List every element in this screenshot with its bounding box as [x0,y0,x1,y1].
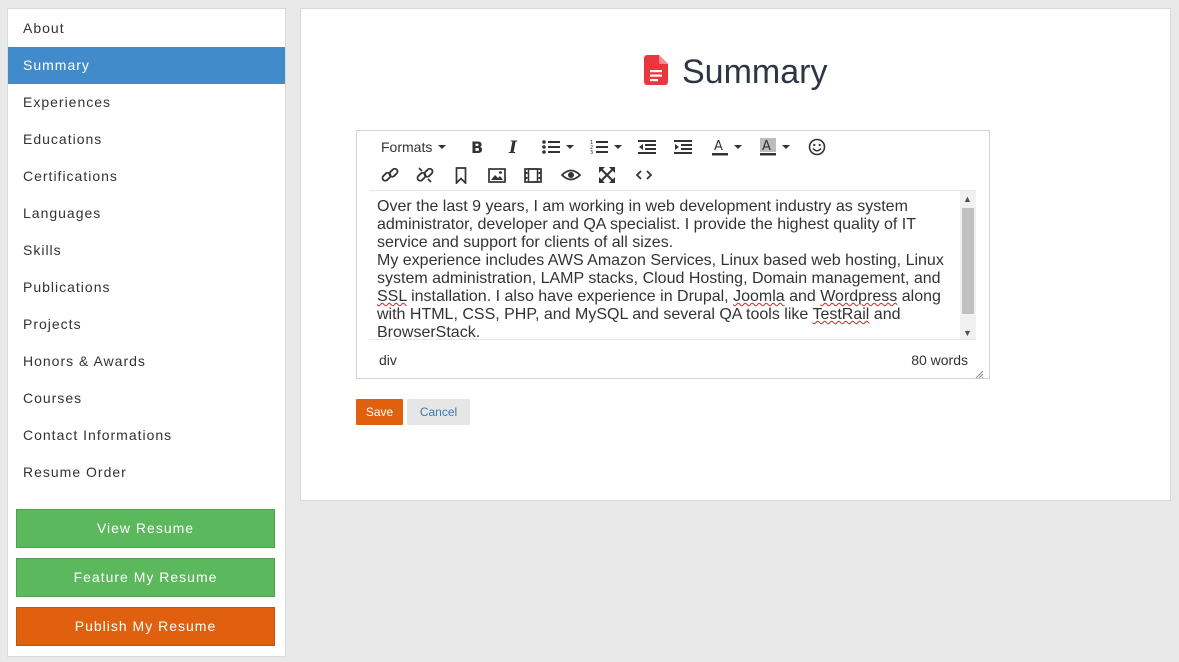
chevron-down-icon [438,145,447,149]
chevron-down-icon [782,145,790,149]
chevron-down-icon [566,145,574,149]
page-header: Summary [301,53,1170,92]
text-segment: and [784,288,821,305]
chevron-down-icon [734,145,742,149]
sidebar-item-honors-awards[interactable]: Honors & Awards [8,343,285,380]
editor-content-area[interactable]: Over the last 9 years, I am working in w… [369,190,976,340]
svg-text:A: A [714,139,723,154]
sidebar-item-experiences[interactable]: Experiences [8,84,285,121]
unlink-icon[interactable] [416,162,434,188]
formats-dropdown[interactable]: Formats [381,134,447,160]
italic-icon[interactable]: I [507,134,521,160]
sidebar: About Summary Experiences Educations Cer… [7,8,286,657]
spellcheck-word: BrowserStack [377,324,476,340]
sidebar-item-courses[interactable]: Courses [8,380,285,417]
sidebar-item-educations[interactable]: Educations [8,121,285,158]
svg-text:3: 3 [590,150,593,155]
sidebar-item-projects[interactable]: Projects [8,306,285,343]
word-count: 80 words [911,352,968,368]
svg-text:A: A [762,139,771,154]
editor-scrollbar[interactable]: ▲ ▼ [960,191,976,339]
summary-paragraph-2: My experience includes AWS Amazon Servic… [377,252,952,340]
bullet-list-icon[interactable] [542,134,574,160]
sidebar-item-about[interactable]: About [8,10,285,47]
element-path[interactable]: div [379,352,397,368]
link-icon[interactable] [381,162,399,188]
formats-label: Formats [381,139,433,155]
fullscreen-icon[interactable] [598,162,616,188]
save-button[interactable]: Save [356,399,403,425]
numbered-list-icon[interactable]: 1 2 3 [590,134,622,160]
outdent-icon[interactable] [638,134,656,160]
media-icon[interactable] [524,162,542,188]
text-color-icon[interactable]: A [712,134,742,160]
chevron-down-icon [614,145,622,149]
indent-icon[interactable] [674,134,692,160]
file-document-icon [643,55,668,90]
rich-text-editor: Formats B I 1 2 3 A A Over the last 9 ye… [356,130,990,379]
sidebar-item-contact-informations[interactable]: Contact Informations [8,417,285,454]
svg-text:I: I [508,139,518,155]
editor-text[interactable]: Over the last 9 years, I am working in w… [369,191,976,340]
editor-toolbar-row-1: Formats B I 1 2 3 A A [357,134,989,160]
main-panel: Summary Formats B I 1 2 3 A A Over the l… [300,8,1171,501]
bold-icon[interactable]: B [470,134,484,160]
sidebar-item-skills[interactable]: Skills [8,232,285,269]
scrollbar-thumb[interactable] [962,208,974,314]
spellcheck-word: Wordpress [820,288,898,305]
cancel-button[interactable]: Cancel [407,399,470,425]
svg-text:B: B [471,139,483,155]
scroll-down-icon[interactable]: ▼ [963,328,972,338]
feature-resume-button[interactable]: Feature My Resume [16,558,275,597]
spellcheck-word: Joomla [733,288,785,305]
text-segment: My experience includes AWS Amazon Servic… [377,252,944,287]
spellcheck-word: SSL [377,288,407,305]
editor-toolbar-row-2 [357,162,989,188]
text-segment: . [475,324,481,340]
sidebar-item-languages[interactable]: Languages [8,195,285,232]
spellcheck-word: TestRail [812,306,870,323]
publish-resume-button[interactable]: Publish My Resume [16,607,275,646]
text-segment: and [869,306,901,323]
text-segment: installation. I also have experience in … [406,288,734,305]
image-icon[interactable] [488,162,506,188]
resize-handle-icon[interactable] [975,366,984,379]
sidebar-item-certifications[interactable]: Certifications [8,158,285,195]
source-code-icon[interactable] [636,162,652,188]
background-color-icon[interactable]: A [760,134,790,160]
view-resume-button[interactable]: View Resume [16,509,275,548]
emoticons-icon[interactable] [808,134,826,160]
preview-icon[interactable] [561,162,581,188]
sidebar-item-resume-order[interactable]: Resume Order [8,454,285,491]
sidebar-nav: About Summary Experiences Educations Cer… [8,9,285,491]
summary-paragraph-1: Over the last 9 years, I am working in w… [377,198,916,251]
bookmark-icon[interactable] [455,162,467,188]
scroll-up-icon[interactable]: ▲ [963,194,972,204]
sidebar-item-summary[interactable]: Summary [8,47,285,84]
editor-statusbar: div 80 words [357,350,989,372]
page-title: Summary [681,53,828,91]
sidebar-item-publications[interactable]: Publications [8,269,285,306]
